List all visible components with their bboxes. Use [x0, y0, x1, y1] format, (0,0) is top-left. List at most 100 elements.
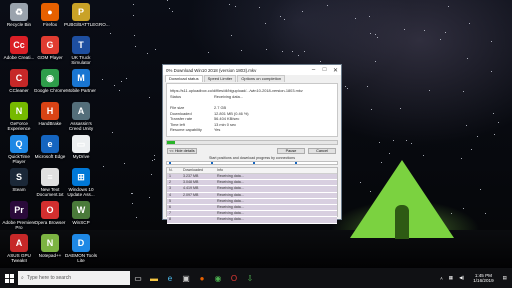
desktop-icon-label: DAEMON Tools Lite: [64, 253, 98, 264]
star: [498, 122, 499, 123]
start-button[interactable]: [0, 268, 18, 288]
star: [284, 19, 285, 20]
star: [375, 61, 376, 62]
star: [371, 109, 372, 110]
download-manager-taskbar-icon[interactable]: ⇩: [242, 268, 258, 288]
field-label: Resume capability: [170, 127, 202, 132]
tab-speed-limiter[interactable]: Speed Limiter: [203, 75, 237, 82]
table-cell: Receiving data...: [217, 211, 244, 216]
star: [302, 11, 303, 12]
asus-gpu-tweak-icon: A: [10, 234, 28, 252]
star: [282, 51, 283, 52]
star: [471, 149, 472, 150]
tab-download-status[interactable]: Download status: [165, 75, 203, 82]
pause-button[interactable]: Pause: [277, 148, 305, 154]
star: [400, 108, 401, 109]
clock[interactable]: 1:45 PM 1/16/2019: [473, 273, 493, 284]
desktop-icon[interactable]: N Notepad++: [33, 234, 67, 268]
table-cell: [183, 217, 217, 222]
firefox-taskbar-icon[interactable]: ●: [194, 268, 210, 288]
quicktime-icon: Q: [10, 135, 28, 153]
star: [466, 125, 467, 126]
table-cell: 2.097 MB: [183, 192, 199, 197]
table-cell: Receiving data...: [217, 204, 244, 209]
volume-icon[interactable]: ◀): [459, 275, 464, 281]
star: [320, 61, 321, 62]
task-view-icon[interactable]: ▭: [130, 268, 146, 288]
download-window[interactable]: 0% Download Win10 2018 (version 1803).mk…: [162, 64, 342, 224]
hide-details-button[interactable]: << Hide details: [167, 148, 197, 154]
column-header[interactable]: Info: [217, 168, 337, 173]
maximize-icon[interactable]: □: [319, 65, 330, 75]
desktop-icon-label: GOM Player: [37, 55, 63, 60]
minimize-icon[interactable]: –: [308, 65, 319, 75]
table-row[interactable]: 8 Receiving data...: [167, 217, 337, 224]
table-cell: 3.237 MB: [183, 174, 199, 178]
table-cell: Receiving data...: [217, 198, 244, 203]
window-titlebar[interactable]: 0% Download Win10 2018 (version 1803).mk…: [163, 65, 341, 75]
desktop-icon-label: QuickTime Player: [8, 154, 30, 165]
text-document-icon: ≡: [41, 168, 59, 186]
star: [231, 35, 232, 36]
star: [461, 158, 462, 159]
geforce-icon: N: [10, 102, 28, 120]
desktop-icon-label: Adobe Premiere Pro: [2, 220, 36, 231]
column-header[interactable]: Downloaded: [183, 168, 217, 173]
table-cell: 4: [169, 192, 171, 197]
desktop: ♻ Recycle Bin ● Firefox P PUBG/BATTLEGRO... Cc…: [0, 0, 512, 268]
star: [241, 50, 242, 51]
taskbar-search-box[interactable]: ⌕ Type here to search: [18, 271, 130, 285]
table-body: 1 3.237 MB Receiving data... 2 3.048 MB Recei…: [167, 174, 337, 224]
star: [151, 174, 152, 175]
connections-caption: Start positions and download progress by…: [208, 156, 296, 160]
tab-strip: Download status Speed Limiter Options on…: [163, 75, 341, 82]
search-placeholder: Type here to search: [26, 275, 72, 281]
desktop-icon-label: PUBG/BATTLEGRO...: [64, 22, 110, 27]
star: [485, 213, 486, 214]
desktop-icon-label: New Text Document.txt: [36, 187, 64, 198]
edge-taskbar-icon[interactable]: e: [162, 268, 178, 288]
star: [167, 0, 168, 1]
star: [423, 155, 424, 156]
windows-update-icon: ⊞: [72, 168, 90, 186]
star: [367, 86, 368, 87]
close-icon[interactable]: ✕: [330, 65, 341, 75]
desktop-icon-label: UK Truck Simulator: [71, 55, 91, 66]
pubg-icon: P: [72, 3, 90, 21]
star: [229, 4, 230, 5]
star: [154, 155, 155, 156]
opera-taskbar-icon[interactable]: O: [226, 268, 242, 288]
column-header[interactable]: N.: [167, 168, 183, 173]
cancel-button[interactable]: Cancel: [308, 148, 336, 154]
window-title: 0% Download Win10 2018 (version 1803).mk…: [166, 67, 257, 73]
star: [389, 153, 390, 154]
star: [147, 53, 148, 54]
star: [169, 8, 170, 9]
star: [259, 7, 260, 8]
status-panel: https://s11.uploadbox.co/d/files/dl/bigu…: [166, 83, 338, 137]
network-icon[interactable]: ▦: [449, 275, 453, 281]
connection-segment: [211, 162, 213, 164]
clock-date: 1/16/2019: [473, 278, 494, 283]
file-explorer-icon[interactable]: ▬: [146, 268, 162, 288]
chevron-up-icon[interactable]: ˄: [440, 276, 443, 281]
table-cell: 4.419 MB: [183, 186, 199, 191]
connections-progress-bar: [166, 161, 338, 165]
desktop-icon[interactable]: A ASUS GPU TweakII: [2, 234, 36, 268]
store-icon[interactable]: ▣: [178, 268, 194, 288]
star: [172, 11, 173, 12]
table-cell: Receiving data...: [217, 192, 244, 197]
star: [266, 49, 267, 50]
desktop-icon-label: CCleaner: [9, 88, 29, 93]
table-cell: 8: [169, 217, 171, 222]
star: [404, 29, 405, 30]
tab-options-on-completion[interactable]: Options on completion: [237, 75, 286, 82]
edge-icon: e: [41, 135, 59, 153]
chrome-taskbar-icon[interactable]: ◉: [210, 268, 226, 288]
desktop-icon[interactable]: D DAEMON Tools Lite: [64, 234, 98, 268]
star: [110, 33, 111, 34]
notifications-icon[interactable]: ▤: [503, 275, 507, 281]
connections-table[interactable]: N. Downloaded Info 1 3.237 MB Receiving da…: [166, 167, 338, 224]
desktop-icon-label: Google Chrome: [33, 88, 67, 93]
star: [355, 18, 356, 19]
